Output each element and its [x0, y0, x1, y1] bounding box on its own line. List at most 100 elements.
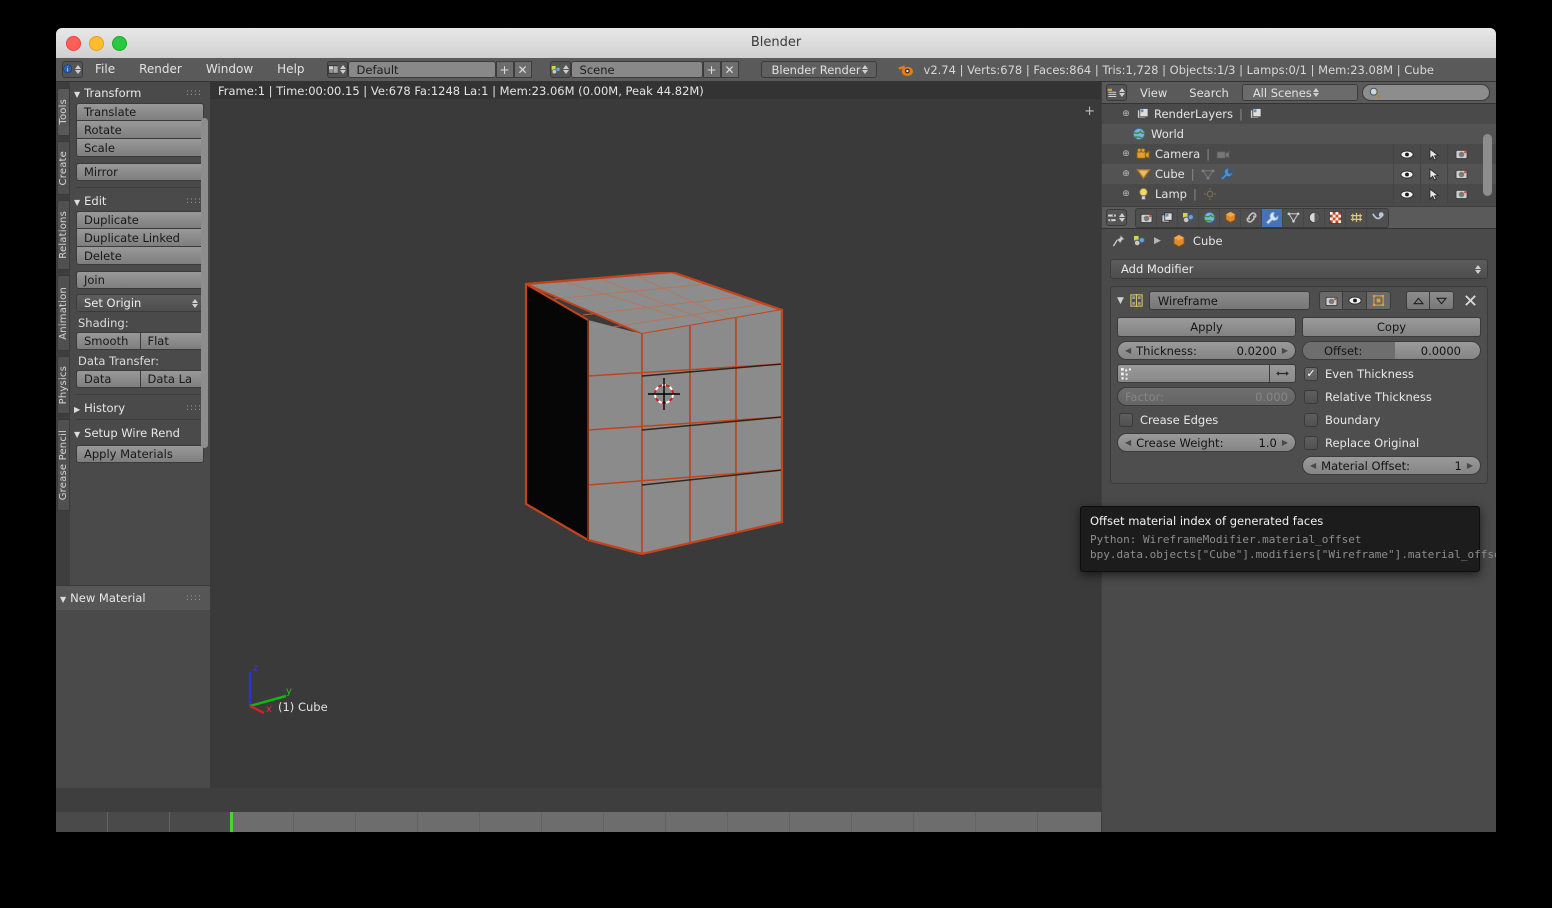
decrement-arrow-icon[interactable]: ◀	[1310, 461, 1316, 470]
add-scene-button[interactable]: +	[702, 61, 721, 78]
move-down-icon[interactable]	[1430, 291, 1454, 310]
menu-help[interactable]: Help	[265, 58, 316, 81]
outliner-toggles[interactable]	[1393, 144, 1474, 164]
invert-arrows-icon[interactable]	[1270, 364, 1296, 383]
scene-icon[interactable]	[1133, 235, 1147, 248]
expand-toggle-icon[interactable]: ⊕	[1120, 109, 1132, 119]
outliner-row-camera[interactable]: ⊕ Camera |	[1102, 144, 1496, 164]
expand-toggle-icon[interactable]: ⊕	[1120, 189, 1132, 199]
timeline-playhead[interactable]	[230, 812, 233, 832]
join-button[interactable]: Join	[76, 271, 204, 289]
delete-screen-layout-button[interactable]: ✕	[513, 61, 532, 78]
move-up-icon[interactable]	[1406, 291, 1430, 310]
panel-setup-wire-render-header[interactable]: ▼ Setup Wire Rend	[70, 422, 210, 442]
display-mode-dropdown[interactable]: All Scenes	[1241, 84, 1358, 101]
offset-slider[interactable]: Offset: 0.0000	[1302, 341, 1481, 360]
search-input[interactable]	[1361, 84, 1490, 101]
tool-tab-tools[interactable]: Tools	[57, 88, 70, 136]
editor-type-properties-icon[interactable]	[1106, 209, 1127, 226]
cursor-arrow-icon[interactable]	[1420, 184, 1447, 204]
3d-viewport[interactable]: Frame:1 | Time:00:00.15 | Ve:678 Fa:1248…	[210, 82, 1101, 788]
decrement-arrow-icon[interactable]: ◀	[1125, 438, 1131, 447]
renderlayers-tab-icon[interactable]	[1157, 208, 1178, 227]
outliner-toggles[interactable]	[1393, 184, 1474, 204]
tool-tab-relations[interactable]: Relations	[57, 200, 70, 270]
set-origin-dropdown[interactable]: Set Origin	[76, 294, 204, 312]
duplicate-linked-button[interactable]: Duplicate Linked	[76, 229, 204, 247]
modifiers-tab-icon[interactable]	[1262, 208, 1283, 227]
outliner-menu-search[interactable]: Search	[1180, 86, 1238, 100]
panel-transform-header[interactable]: ▼ Transform ::::	[70, 82, 210, 102]
increment-arrow-icon[interactable]: ▶	[1467, 461, 1473, 470]
material-tab-icon[interactable]	[1304, 208, 1325, 227]
particles-tab-icon[interactable]	[1346, 208, 1367, 227]
outliner-scrollbar[interactable]	[1483, 134, 1492, 196]
panel-history-header[interactable]: ▶ History ::::	[70, 397, 210, 417]
eye-icon[interactable]	[1393, 164, 1420, 184]
tool-tab-grease-pencil[interactable]: Grease Pencil	[57, 419, 70, 511]
crease-edges-checkbox[interactable]: Crease Edges	[1117, 410, 1296, 429]
scene-icon[interactable]	[549, 61, 571, 78]
increment-arrow-icon[interactable]: ▶	[1282, 438, 1288, 447]
factor-slider[interactable]: Factor: 0.000	[1117, 387, 1296, 406]
render-toggle-icon[interactable]	[1319, 291, 1343, 310]
boundary-checkbox[interactable]: Boundary	[1302, 410, 1481, 429]
add-modifier-dropdown[interactable]: Add Modifier	[1110, 259, 1488, 279]
shade-flat-button[interactable]: Flat	[140, 332, 204, 350]
copy-button[interactable]: Copy	[1302, 317, 1481, 337]
checkbox-box[interactable]	[1304, 412, 1318, 427]
tool-tab-physics[interactable]: Physics	[57, 356, 70, 414]
checkbox-box[interactable]	[1304, 435, 1318, 450]
editmode-toggle-icon[interactable]	[1367, 291, 1391, 310]
timeline-strip[interactable]	[56, 812, 1101, 832]
increment-arrow-icon[interactable]: ▶	[1282, 346, 1288, 355]
crease-weight-slider[interactable]: ◀ Crease Weight: 1.0 ▶	[1117, 433, 1296, 452]
camera-render-icon[interactable]	[1447, 164, 1474, 184]
eye-icon[interactable]	[1393, 144, 1420, 164]
translate-button[interactable]: Translate	[76, 103, 204, 121]
checkbox-box[interactable]	[1304, 389, 1318, 404]
checkbox-box[interactable]	[1119, 412, 1133, 427]
new-material-panel-header[interactable]: ▼ New Material ::::	[56, 585, 210, 610]
menu-window[interactable]: Window	[194, 58, 265, 81]
data-tab-icon[interactable]	[1283, 208, 1304, 227]
apply-button[interactable]: Apply	[1117, 317, 1296, 337]
rotate-button[interactable]: Rotate	[76, 121, 204, 139]
constraints-tab-icon[interactable]	[1241, 208, 1262, 227]
outliner-row-world[interactable]: World	[1102, 124, 1496, 144]
relative-thickness-checkbox[interactable]: Relative Thickness	[1302, 387, 1481, 406]
delete-scene-button[interactable]: ✕	[720, 61, 739, 78]
camera-render-icon[interactable]	[1447, 184, 1474, 204]
cursor-arrow-icon[interactable]	[1420, 164, 1447, 184]
eye-icon[interactable]	[1393, 184, 1420, 204]
outliner-tree[interactable]: ⊕ RenderLayers | World ⊕ Camera | ⊕ Cube…	[1102, 104, 1496, 206]
screen-layout-field[interactable]: Default	[347, 61, 496, 78]
modifier-name-field[interactable]: Wireframe	[1148, 291, 1310, 310]
thickness-slider[interactable]: ◀ Thickness: 0.0200 ▶	[1117, 341, 1296, 360]
cursor-arrow-icon[interactable]	[1420, 144, 1447, 164]
scene-tab-icon[interactable]	[1178, 208, 1199, 227]
screen-layout-icon[interactable]	[326, 61, 348, 78]
outliner-row-renderlayers[interactable]: ⊕ RenderLayers |	[1102, 104, 1496, 124]
delete-x-icon[interactable]	[1459, 294, 1481, 307]
menu-render[interactable]: Render	[127, 58, 194, 81]
even-thickness-checkbox[interactable]: ✓ Even Thickness	[1302, 364, 1481, 383]
panel-edit-header[interactable]: ▼ Edit ::::	[70, 190, 210, 210]
add-screen-layout-button[interactable]: +	[495, 61, 514, 78]
texture-tab-icon[interactable]	[1325, 208, 1346, 227]
outliner-row-lamp[interactable]: ⊕ Lamp |	[1102, 184, 1496, 204]
expand-toggle-icon[interactable]: ⊕	[1120, 149, 1132, 159]
editor-type-outliner-icon[interactable]	[1106, 84, 1127, 101]
tool-tab-animation[interactable]: Animation	[57, 275, 70, 351]
tool-shelf-scrollbar[interactable]	[201, 118, 208, 448]
object-tab-icon[interactable]	[1220, 208, 1241, 227]
outliner-menu-view[interactable]: View	[1131, 86, 1176, 100]
tool-tab-create[interactable]: Create	[57, 141, 70, 195]
apply-materials-button[interactable]: Apply Materials	[76, 445, 204, 463]
scene-name-field[interactable]: Scene	[570, 61, 703, 78]
decrement-arrow-icon[interactable]: ◀	[1125, 346, 1131, 355]
vertex-group-field[interactable]	[1117, 364, 1270, 383]
scale-button[interactable]: Scale	[76, 139, 204, 157]
cube-mesh[interactable]	[520, 272, 810, 572]
realtime-toggle-icon[interactable]	[1343, 291, 1367, 310]
